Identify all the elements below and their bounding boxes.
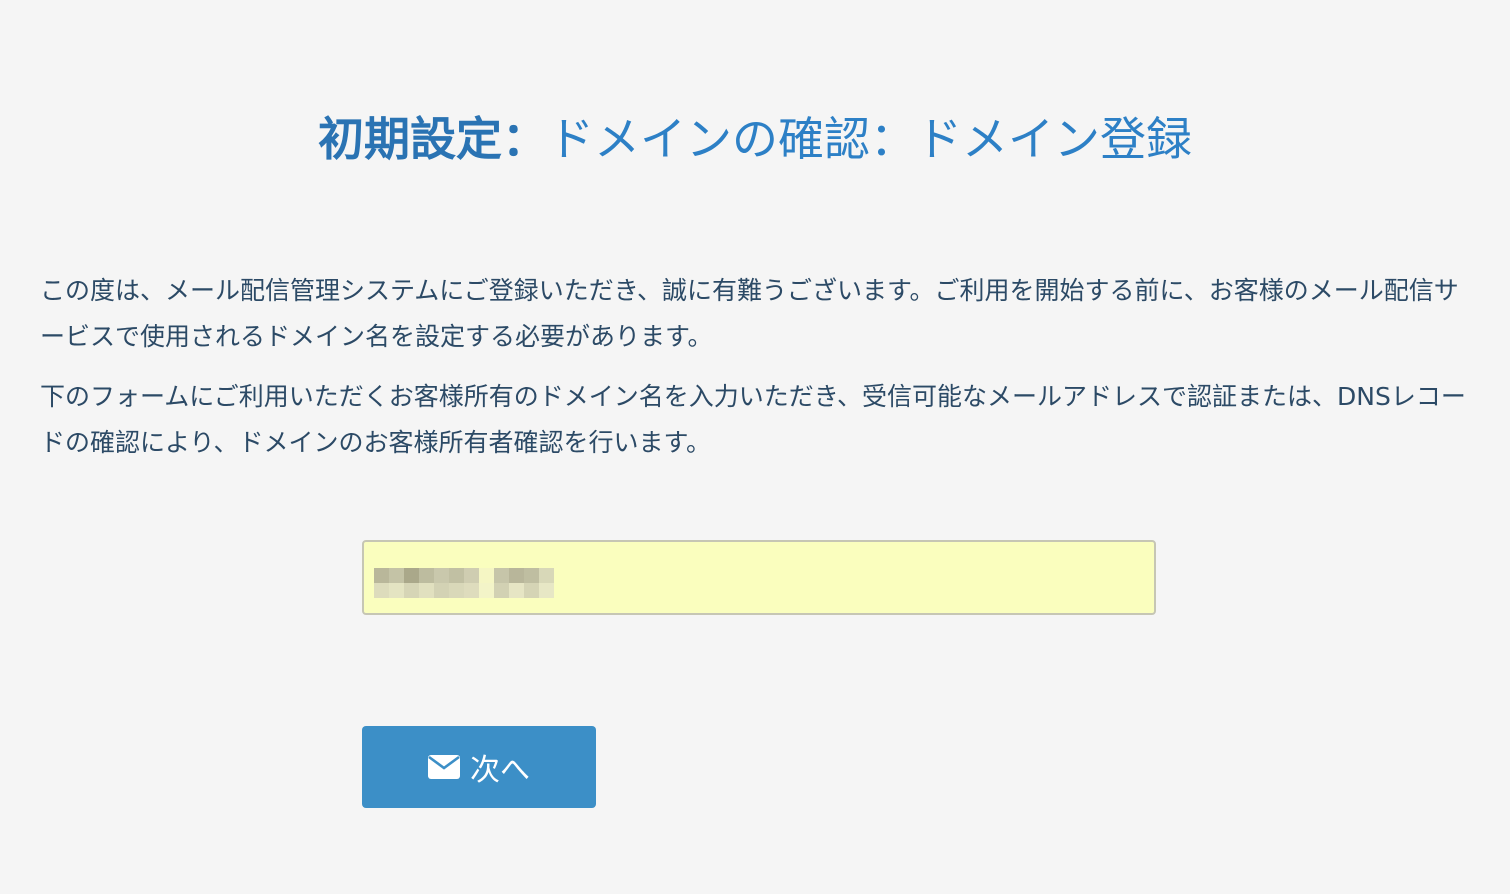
- domain-setup-page: 初期設定：ドメインの確認：ドメイン登録 この度は、メール配信管理システムにご登録…: [0, 0, 1510, 894]
- domain-input[interactable]: [362, 540, 1156, 615]
- next-button[interactable]: 次へ: [362, 726, 596, 808]
- next-button-label: 次へ: [470, 753, 530, 788]
- page-title-strong: 初期設定：: [318, 112, 548, 166]
- page-title-rest: ドメインの確認：ドメイン登録: [548, 112, 1192, 166]
- intro-paragraph-2: 下のフォームにご利用いただくお客様所有のドメイン名を入力いただき、受信可能なメー…: [40, 382, 1466, 457]
- intro-paragraph-1: この度は、メール配信管理システムにご登録いただき、誠に有難うございます。ご利用を…: [40, 276, 1459, 351]
- page-title: 初期設定：ドメインの確認：ドメイン登録: [0, 108, 1510, 170]
- envelope-icon: [428, 755, 460, 779]
